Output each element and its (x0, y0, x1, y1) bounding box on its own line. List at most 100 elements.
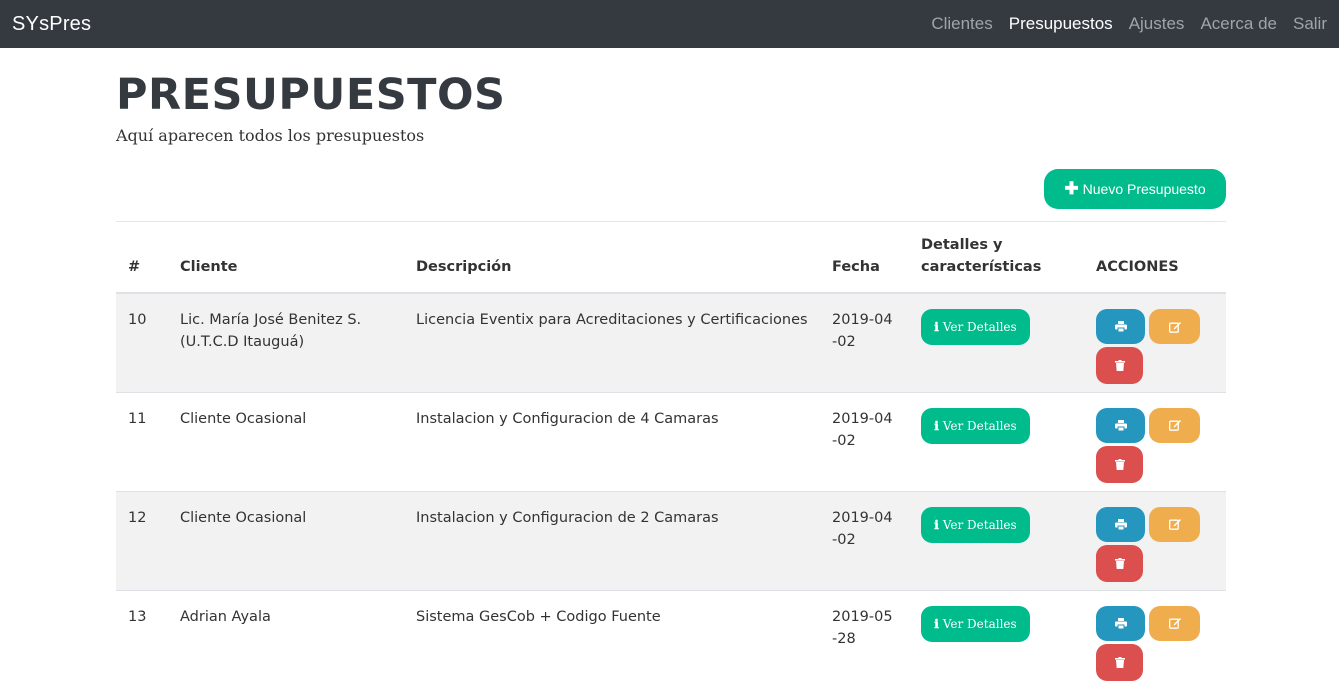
new-budget-label: Nuevo Presupuesto (1082, 181, 1206, 197)
details-button[interactable]: ℹ Ver Detalles (921, 309, 1030, 345)
toolbar: ✚ Nuevo Presupuesto (116, 145, 1226, 209)
row-descripcion: Licencia Eventix para Acreditaciones y C… (416, 312, 808, 328)
row-descripcion: Instalacion y Configuracion de 2 Camaras (416, 509, 719, 526)
edit-button[interactable] (1149, 407, 1200, 443)
row-number: 12 (116, 490, 168, 590)
details-button[interactable]: ℹ Ver Detalles (921, 506, 1030, 543)
print-button[interactable] (1096, 506, 1145, 542)
nav-link-ajustes[interactable]: Ajustes (1129, 14, 1185, 34)
trash-icon (1114, 656, 1125, 668)
nav-link-acerca-de[interactable]: Acerca de (1200, 14, 1277, 34)
details-label: Ver Detalles (942, 418, 1017, 433)
delete-button[interactable] (1096, 347, 1143, 384)
row-descripcion-cell: Instalacion y Configuracion de 4 Camaras (404, 391, 820, 491)
row-fecha-cell: 2019-04-02 (820, 292, 909, 392)
row-fecha: 2019-04-02 (832, 312, 893, 350)
details-label: Ver Detalles (942, 616, 1017, 631)
header-detalles: Detalles y características (909, 221, 1084, 294)
row-fecha: 2019-05-28 (832, 608, 893, 647)
row-details-cell: ℹ Ver Detalles (909, 391, 1084, 491)
row-number: 10 (116, 292, 168, 392)
row-cliente: Cliente Ocasional (180, 509, 307, 526)
table-row: 13 Adrian Ayala Sistema GesCob + Codigo … (116, 589, 1226, 689)
budgets-table: # Cliente Descripción Fecha Detalles y c… (116, 221, 1226, 689)
row-descripcion-cell: Instalacion y Configuracion de 2 Camaras (404, 490, 820, 590)
delete-button[interactable] (1096, 544, 1143, 582)
row-descripcion-cell: Sistema GesCob + Codigo Fuente (404, 589, 820, 689)
header-fecha: Fecha (820, 221, 909, 294)
nav-links: Clientes Presupuestos Ajustes Acerca de … (915, 14, 1327, 34)
table-row: 12 Cliente Ocasional Instalacion y Confi… (116, 490, 1226, 590)
page-subtitle: Aquí aparecen todos los presupuestos (116, 126, 425, 145)
header-descripcion: Descripción (404, 221, 820, 294)
edit-icon (1168, 618, 1181, 629)
print-icon (1114, 617, 1127, 629)
details-button[interactable]: ℹ Ver Detalles (921, 605, 1030, 642)
new-budget-button[interactable]: ✚ Nuevo Presupuesto (1044, 169, 1226, 209)
row-fecha-cell: 2019-04-02 (820, 490, 909, 590)
nav-link-salir[interactable]: Salir (1293, 14, 1327, 34)
print-button[interactable] (1096, 605, 1145, 641)
edit-button[interactable] (1149, 605, 1200, 641)
row-id: 12 (128, 509, 147, 526)
row-cliente-cell: Lic. María José Benitez S. (U.T.C.D Itau… (168, 292, 404, 392)
edit-icon (1168, 420, 1181, 431)
header-acciones: ACCIONES (1084, 221, 1226, 294)
nav-link-presupuestos[interactable]: Presupuestos (1009, 14, 1113, 34)
trash-icon (1114, 557, 1125, 569)
row-fecha-cell: 2019-05-28 (820, 589, 909, 689)
row-descripcion: Sistema GesCob + Codigo Fuente (416, 608, 661, 625)
row-id: 11 (128, 410, 147, 427)
info-icon: ℹ (934, 616, 939, 631)
table-header: # Cliente Descripción Fecha Detalles y c… (116, 221, 1226, 294)
table-row: 11 Cliente Ocasional Instalacion y Confi… (116, 391, 1226, 491)
trash-icon (1114, 458, 1125, 470)
main-content: PRESUPUESTOS Aquí aparecen todos los pre… (116, 48, 1226, 689)
header-number: # (116, 221, 168, 294)
row-actions (1096, 407, 1206, 483)
row-descripcion: Instalacion y Configuracion de 4 Camaras (416, 410, 719, 427)
details-button[interactable]: ℹ Ver Detalles (921, 407, 1030, 444)
brand-logo[interactable]: SYsPres (12, 13, 91, 36)
row-details-cell: ℹ Ver Detalles (909, 292, 1084, 392)
print-button[interactable] (1096, 407, 1145, 443)
top-navbar: SYsPres Clientes Presupuestos Ajustes Ac… (0, 0, 1339, 48)
table-row: 10 Lic. María José Benitez S. (U.T.C.D I… (116, 292, 1226, 392)
row-cliente: Adrian Ayala (180, 608, 271, 625)
row-descripcion-cell: Licencia Eventix para Acreditaciones y C… (404, 292, 820, 392)
info-icon: ℹ (934, 418, 939, 433)
delete-button[interactable] (1096, 445, 1143, 483)
info-icon: ℹ (934, 517, 939, 532)
trash-icon (1114, 360, 1125, 371)
edit-button[interactable] (1149, 506, 1200, 542)
row-id: 10 (128, 312, 147, 328)
row-cliente-cell: Cliente Ocasional (168, 490, 404, 590)
row-actions (1096, 605, 1206, 681)
row-actions-cell (1084, 292, 1226, 392)
table-body: 10 Lic. María José Benitez S. (U.T.C.D I… (116, 292, 1226, 689)
plus-icon: ✚ (1064, 179, 1079, 198)
print-button[interactable] (1096, 309, 1145, 344)
row-actions-cell (1084, 589, 1226, 689)
row-fecha-cell: 2019-04-02 (820, 391, 909, 491)
row-details-cell: ℹ Ver Detalles (909, 490, 1084, 590)
edit-icon (1168, 321, 1181, 333)
row-details-cell: ℹ Ver Detalles (909, 589, 1084, 689)
info-icon: ℹ (934, 320, 939, 334)
delete-button[interactable] (1096, 643, 1143, 681)
row-cliente-cell: Adrian Ayala (168, 589, 404, 689)
row-actions (1096, 506, 1206, 582)
print-icon (1114, 321, 1127, 332)
row-actions-cell (1084, 490, 1226, 590)
row-id: 13 (128, 608, 147, 625)
row-actions (1096, 309, 1206, 384)
page-title: PRESUPUESTOS (116, 70, 506, 120)
nav-link-clientes[interactable]: Clientes (931, 14, 992, 34)
header-cliente: Cliente (168, 221, 404, 294)
row-cliente: Lic. María José Benitez S. (U.T.C.D Itau… (180, 312, 362, 350)
row-cliente-cell: Cliente Ocasional (168, 391, 404, 491)
edit-icon (1168, 519, 1181, 530)
row-cliente: Cliente Ocasional (180, 410, 307, 427)
details-label: Ver Detalles (942, 517, 1017, 532)
edit-button[interactable] (1149, 309, 1200, 344)
